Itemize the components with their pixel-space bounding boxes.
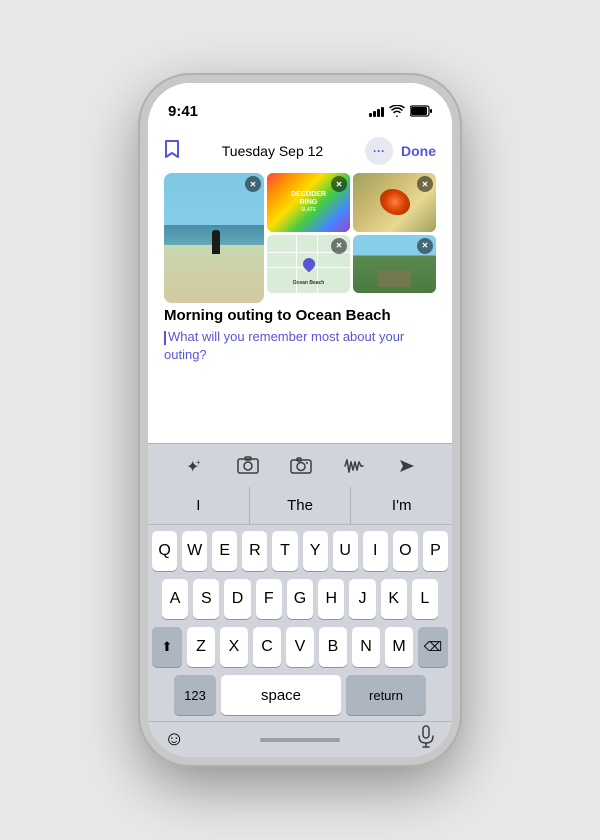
magic-toolbar-button[interactable]: ✦ + [184,455,206,477]
key-k[interactable]: K [381,579,407,619]
keyboard: Q W E R T Y U I O P A S D F G H J K L ⬆ … [148,525,452,721]
key-m[interactable]: M [385,627,413,667]
key-t[interactable]: T [272,531,297,571]
text-cursor [164,331,166,345]
key-x[interactable]: X [220,627,248,667]
surf-photo[interactable]: ✕ [164,173,264,303]
camera-toolbar-button[interactable] [290,456,312,476]
svg-text:+: + [196,458,201,467]
signal-bar-4 [381,107,384,117]
battery-icon [410,105,432,117]
space-button[interactable]: space [221,675,341,715]
delete-button[interactable]: ⌫ [418,627,448,667]
bookmark-icon[interactable] [164,139,180,164]
key-i[interactable]: I [363,531,388,571]
status-time: 9:41 [168,103,198,120]
map-label: Ocean Beach [293,280,325,286]
nature-photo[interactable]: ✕ [353,235,436,294]
send-toolbar-button[interactable] [396,456,416,476]
key-u[interactable]: U [333,531,358,571]
key-z[interactable]: Z [187,627,215,667]
more-button[interactable]: ··· [365,137,393,165]
signal-bar-2 [373,111,376,117]
photo-remove-icon[interactable]: ✕ [417,238,433,254]
key-b[interactable]: B [319,627,347,667]
key-l[interactable]: L [412,579,438,619]
key-y[interactable]: Y [303,531,328,571]
map-photo[interactable]: Ocean Beach ✕ [267,235,350,294]
audio-toolbar-button[interactable] [343,456,365,476]
keyboard-row-2: A S D F G H J K L [152,579,448,619]
keyboard-toolbar: ✦ + [148,443,452,487]
key-h[interactable]: H [318,579,344,619]
keyboard-row-1: Q W E R T Y U I O P [152,531,448,571]
key-o[interactable]: O [393,531,418,571]
decoder-ring-photo[interactable]: DECODERRING SLATE ✕ [267,173,350,232]
key-g[interactable]: G [287,579,313,619]
shift-button[interactable]: ⬆ [152,627,182,667]
suggestions-row: I The I'm [148,487,452,525]
phone-frame: 9:41 [140,75,460,765]
key-a[interactable]: A [162,579,188,619]
header-actions: ··· Done [365,137,436,165]
photo-remove-icon[interactable]: ✕ [245,176,261,192]
key-c[interactable]: C [253,627,281,667]
key-v[interactable]: V [286,627,314,667]
note-prompt[interactable]: What will you remember most about your o… [148,326,452,372]
emoji-button[interactable]: ☺ [164,728,184,751]
key-d[interactable]: D [224,579,250,619]
note-container: Tuesday Sep 12 ··· Done ✕ [148,127,452,443]
photo-remove-icon[interactable]: ✕ [331,176,347,192]
photos-small-grid: DECODERRING SLATE ✕ ✕ [267,173,436,293]
signal-bars-icon [369,106,384,117]
photo-remove-icon[interactable]: ✕ [331,238,347,254]
note-title: Morning outing to Ocean Beach [148,303,452,326]
signal-bar-1 [369,113,372,117]
key-w[interactable]: W [182,531,207,571]
key-r[interactable]: R [242,531,267,571]
key-n[interactable]: N [352,627,380,667]
photo-toolbar-button[interactable] [237,456,259,476]
bottom-bar: ☺ [148,721,452,757]
keyboard-row-4: 123 space return [152,675,448,715]
status-icons [369,105,432,117]
status-bar: 9:41 [148,83,452,127]
mic-button[interactable] [416,725,436,755]
note-header: Tuesday Sep 12 ··· Done [148,127,452,173]
key-q[interactable]: Q [152,531,177,571]
suggestion-the[interactable]: The [250,487,352,524]
suggestion-i[interactable]: I [148,487,250,524]
keyboard-row-3: ⬆ Z X C V B N M ⌫ [152,627,448,667]
home-indicator [260,738,340,742]
signal-bar-3 [377,109,380,117]
key-j[interactable]: J [349,579,375,619]
return-button[interactable]: return [346,675,426,715]
suggestion-im[interactable]: I'm [351,487,452,524]
photo-remove-icon[interactable]: ✕ [417,176,433,192]
key-s[interactable]: S [193,579,219,619]
photos-grid: ✕ DECODERRING SLATE ✕ [148,173,452,303]
key-f[interactable]: F [256,579,282,619]
num-button[interactable]: 123 [174,675,216,715]
shell-photo[interactable]: ✕ [353,173,436,232]
note-body-space[interactable] [148,372,452,443]
wifi-icon [389,105,405,117]
key-e[interactable]: E [212,531,237,571]
header-date: Tuesday Sep 12 [222,143,323,159]
done-button[interactable]: Done [401,143,436,159]
key-p[interactable]: P [423,531,448,571]
